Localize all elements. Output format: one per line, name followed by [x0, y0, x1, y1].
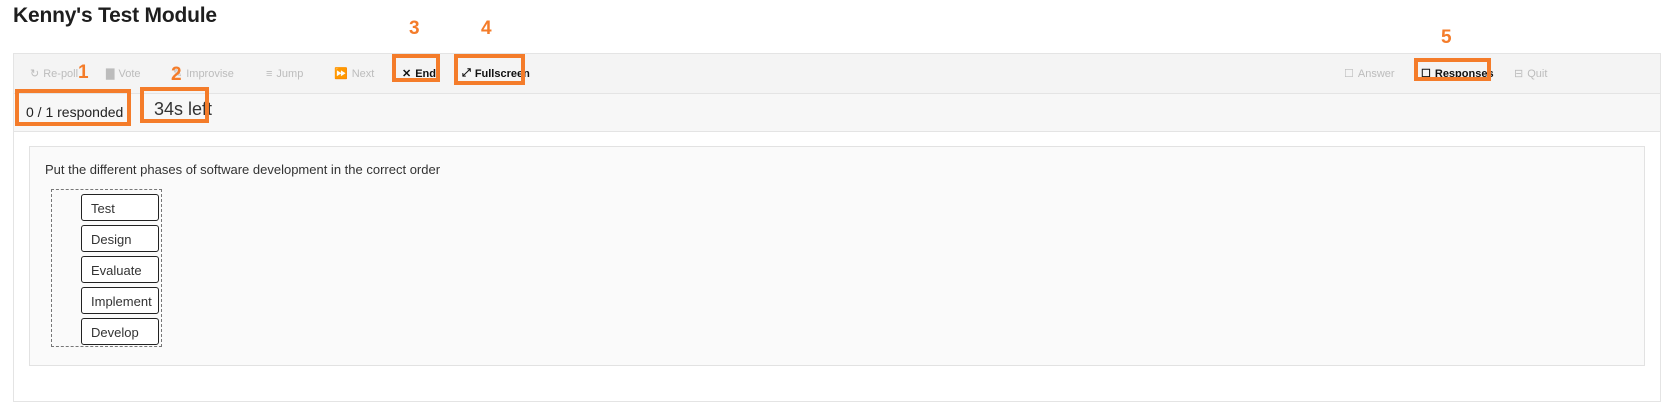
- annotation-number-1: 1: [78, 62, 89, 83]
- status-strip: 0 / 1 responded 34s left: [14, 94, 1660, 132]
- question-card: Put the different phases of software dev…: [29, 146, 1645, 366]
- repoll-label: Re-poll: [43, 67, 79, 80]
- annotation-number-5: 5: [1441, 27, 1452, 48]
- checkbox-icon: ☐: [1344, 68, 1354, 80]
- annotation-box-2: [140, 87, 209, 123]
- annotation-number-3: 3: [409, 18, 420, 39]
- annotation-box-4: [454, 54, 525, 85]
- close-box-icon: ⊟: [1514, 68, 1524, 80]
- answer-label: Answer: [1357, 67, 1395, 80]
- quit-button[interactable]: ⊟ Quit: [1514, 54, 1547, 93]
- refresh-icon: ↻: [30, 68, 40, 80]
- annotation-box-3: [392, 54, 440, 82]
- fast-forward-icon: ⏩: [334, 68, 348, 80]
- list-item[interactable]: Test: [81, 194, 159, 221]
- next-button[interactable]: ⏩ Next: [334, 54, 374, 93]
- list-icon: ≡: [266, 67, 273, 80]
- ordering-list: Test Design Evaluate Implement Develop: [51, 189, 162, 347]
- question-text: Put the different phases of software dev…: [45, 162, 441, 177]
- vote-button[interactable]: ▇ Vote: [106, 54, 141, 93]
- repoll-button[interactable]: ↻ Re-poll: [30, 54, 78, 93]
- bar-chart-icon: ▇: [106, 68, 115, 80]
- jump-label: Jump: [276, 67, 304, 80]
- page-title: Kenny's Test Module: [13, 4, 217, 27]
- annotation-box-5: [1414, 58, 1491, 81]
- list-item[interactable]: Develop: [81, 318, 159, 345]
- answer-button[interactable]: ☐ Answer: [1344, 54, 1395, 93]
- annotation-number-2: 2: [171, 64, 182, 85]
- vote-label: Vote: [118, 67, 141, 80]
- jump-button[interactable]: ≡ Jump: [266, 54, 303, 93]
- list-item[interactable]: Design: [81, 225, 159, 252]
- quit-label: Quit: [1527, 67, 1548, 80]
- annotation-box-1: [15, 89, 131, 126]
- improvise-label: Improvise: [186, 67, 234, 80]
- list-item[interactable]: Evaluate: [81, 256, 159, 283]
- poll-control-panel: ↻ Re-poll ▇ Vote ✎ Improvise ≡ Jump ⏩ Ne…: [13, 53, 1661, 402]
- annotation-number-4: 4: [481, 18, 492, 39]
- list-item[interactable]: Implement: [81, 287, 159, 314]
- next-label: Next: [351, 67, 375, 80]
